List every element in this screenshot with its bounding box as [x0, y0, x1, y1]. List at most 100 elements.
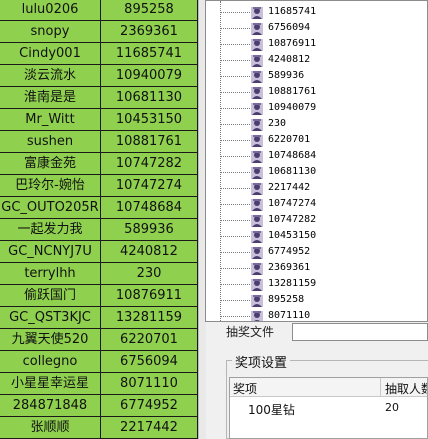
user-id-cell[interactable]: 10681130: [101, 87, 198, 109]
tree-item[interactable]: 10681130: [206, 164, 427, 180]
username-cell[interactable]: 淮南是是: [0, 87, 101, 109]
user-icon: [250, 133, 264, 147]
user-icon: [250, 5, 264, 19]
user-id-cell[interactable]: 8071110: [101, 373, 198, 395]
sheet-row: snopy 2369361: [0, 21, 198, 43]
tree-item-label: 230: [268, 118, 287, 129]
spreadsheet: lulu0206 895258 snopy 2369361 Cindy001 116857…: [0, 0, 198, 439]
user-tree-list[interactable]: 11685741 6756094 10876911 4240812 589936 1088…: [205, 0, 428, 322]
username-cell[interactable]: GC_OUTO205R: [0, 197, 101, 219]
column-divider[interactable]: [380, 378, 381, 396]
user-id-cell[interactable]: 2369361: [101, 21, 198, 43]
username-cell[interactable]: GC_QST3KJC: [0, 307, 101, 329]
sheet-row: 九翼天使520 6220701: [0, 329, 198, 351]
prize-cell[interactable]: 100星钻: [248, 401, 295, 418]
user-id-cell[interactable]: 6220701: [101, 329, 198, 351]
tree-item[interactable]: 6756094: [206, 20, 427, 36]
prize-grid[interactable]: 奖项 抽取人数 100星钻 20: [229, 377, 428, 439]
tree-item-label: 6756094: [268, 22, 311, 33]
tree-branch-line: [220, 204, 250, 205]
username-cell[interactable]: 富康金苑: [0, 153, 101, 175]
sheet-row: GC_QST3KJC 13281159: [0, 307, 198, 329]
user-id-cell[interactable]: 10453150: [101, 109, 198, 131]
username-cell[interactable]: terrylhh: [0, 263, 101, 285]
tree-item[interactable]: 895258: [206, 292, 427, 308]
user-id-cell[interactable]: 2217442: [101, 417, 198, 439]
sheet-row: 富康金苑 10747282: [0, 153, 198, 175]
username-cell[interactable]: snopy: [0, 21, 101, 43]
tree-branch-line: [220, 252, 250, 253]
user-id-cell[interactable]: 10876911: [101, 285, 198, 307]
username-cell[interactable]: 284871848: [0, 395, 101, 417]
user-icon: [250, 213, 264, 227]
username-cell[interactable]: 巴玲尔-婉怡: [0, 175, 101, 197]
user-id-cell[interactable]: 10747282: [101, 153, 198, 175]
user-id-cell[interactable]: 6756094: [101, 351, 198, 373]
tree-item-label: 589936: [268, 70, 305, 81]
tree-item[interactable]: 13281159: [206, 276, 427, 292]
username-cell[interactable]: 九翼天使520: [0, 329, 101, 351]
prize-grid-header: 奖项 抽取人数: [230, 378, 427, 397]
tree-item[interactable]: 8071110: [206, 308, 427, 321]
user-id-cell[interactable]: 10881761: [101, 131, 198, 153]
tree-item-label: 2217442: [268, 182, 311, 193]
tree-item[interactable]: 10881761: [206, 84, 427, 100]
username-cell[interactable]: 张顺顺: [0, 417, 101, 439]
tree-item[interactable]: 2217442: [206, 180, 427, 196]
user-id-cell[interactable]: 10748684: [101, 197, 198, 219]
tree-item[interactable]: 10747274: [206, 196, 427, 212]
tree-item-label: 10747274: [268, 198, 317, 209]
tree-item[interactable]: 11685741: [206, 4, 427, 20]
prize-settings-title: 奖项设置: [232, 352, 291, 371]
tree-item[interactable]: 10747282: [206, 212, 427, 228]
tree-item[interactable]: 6774952: [206, 244, 427, 260]
lottery-file-label: 抽奖文件: [226, 325, 275, 339]
column-header-count[interactable]: 抽取人数: [385, 380, 427, 397]
user-id-cell[interactable]: 230: [101, 263, 198, 285]
tree-item-label: 10876911: [268, 38, 317, 49]
tree-item[interactable]: 589936: [206, 68, 427, 84]
username-cell[interactable]: sushen: [0, 131, 101, 153]
user-id-cell[interactable]: 11685741: [101, 43, 198, 65]
tree-item[interactable]: 4240812: [206, 52, 427, 68]
tree-item[interactable]: 10876911: [206, 36, 427, 52]
sheet-row: 淮南是是 10681130: [0, 87, 198, 109]
tree-item[interactable]: 6220701: [206, 132, 427, 148]
column-header-prize[interactable]: 奖项: [233, 380, 257, 397]
sheet-row: 284871848 6774952: [0, 395, 198, 417]
username-cell[interactable]: Cindy001: [0, 43, 101, 65]
tree-item[interactable]: 2369361: [206, 260, 427, 276]
username-cell[interactable]: 淡云流水: [0, 65, 101, 87]
user-icon: [250, 261, 264, 275]
user-id-cell[interactable]: 4240812: [101, 241, 198, 263]
user-icon: [250, 309, 264, 321]
tree-item[interactable]: 10453150: [206, 228, 427, 244]
username-cell[interactable]: collegno: [0, 351, 101, 373]
user-icon: [250, 85, 264, 99]
username-cell[interactable]: lulu0206: [0, 0, 101, 21]
tree-item[interactable]: 10748684: [206, 148, 427, 164]
user-id-cell[interactable]: 10747274: [101, 175, 198, 197]
tree-branch-line: [220, 124, 250, 125]
username-cell[interactable]: Mr_Witt: [0, 109, 101, 131]
tree-item[interactable]: 10940079: [206, 100, 427, 116]
lottery-file-field[interactable]: [292, 323, 428, 341]
tree-item[interactable]: 230: [206, 116, 427, 132]
tree-item-label: 4240812: [268, 54, 311, 65]
user-id-cell[interactable]: 6774952: [101, 395, 198, 417]
tree-item-label: 13281159: [268, 278, 317, 289]
tree-item-label: 2369361: [268, 262, 311, 273]
user-id-cell[interactable]: 895258: [101, 0, 198, 21]
username-cell[interactable]: 一起发力我: [0, 219, 101, 241]
user-id-cell[interactable]: 10940079: [101, 65, 198, 87]
user-id-cell[interactable]: 13281159: [101, 307, 198, 329]
username-cell[interactable]: 小星星幸运星: [0, 373, 101, 395]
username-cell[interactable]: 偷跃国门: [0, 285, 101, 307]
count-cell[interactable]: 20: [385, 401, 399, 414]
user-id-cell[interactable]: 589936: [101, 219, 198, 241]
sheet-row: 张顺顺 2217442: [0, 417, 198, 439]
username-cell[interactable]: GC_NCNYJ7U: [0, 241, 101, 263]
user-icon: [250, 101, 264, 115]
sheet-row: GC_OUTO205R 10748684: [0, 197, 198, 219]
sheet-row: collegno 6756094: [0, 351, 198, 373]
